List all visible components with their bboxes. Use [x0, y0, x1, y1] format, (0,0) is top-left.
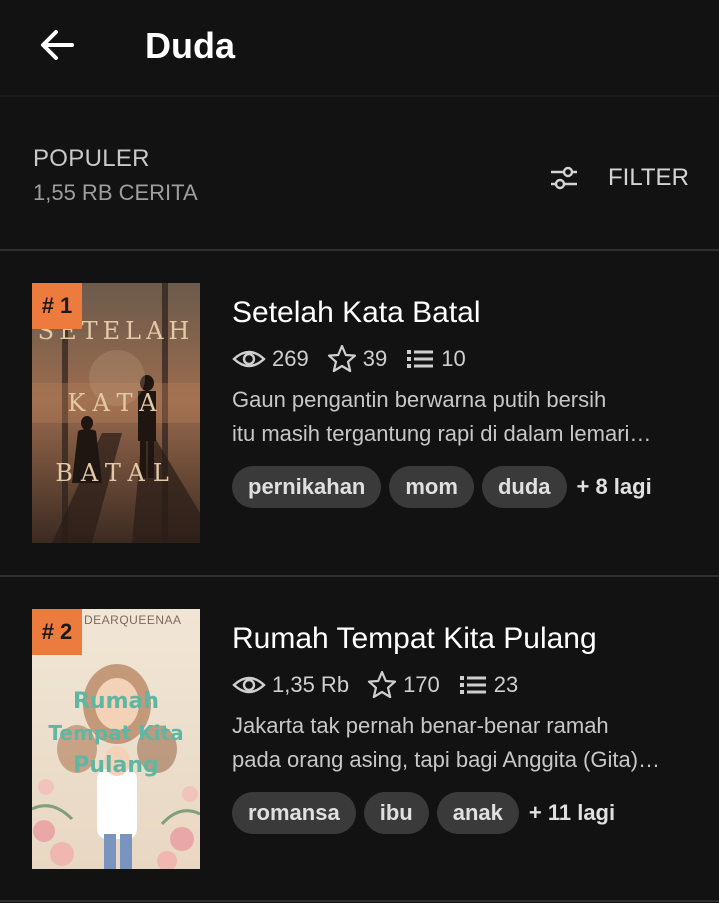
cover-title-line3: Pulang: [73, 753, 159, 778]
story-title[interactable]: Setelah Kata Batal: [232, 296, 481, 330]
cover-title-middle: KATA: [67, 389, 165, 417]
parts-stat: 10: [405, 346, 466, 372]
votes-stat: 170: [367, 670, 440, 700]
arrow-left-icon: [41, 30, 74, 60]
tag-list: pernikahan mom duda + 8 lagi: [232, 466, 652, 508]
story-description: Jakarta tak pernah benar-benar ramah pad…: [232, 709, 692, 777]
description-line: Gaun pengantin berwarna putih bersih: [232, 387, 607, 412]
eye-icon: [232, 350, 266, 368]
rank-badge: # 1: [32, 283, 82, 329]
rank-badge: # 2: [32, 609, 82, 655]
filter-label: FILTER: [608, 164, 689, 191]
cover-title-line2: Tempat Kita: [48, 721, 184, 745]
tag-chip[interactable]: duda: [481, 466, 567, 508]
reads-count: 269: [272, 346, 309, 371]
votes-stat: 39: [327, 344, 387, 374]
sort-bar: POPULER 1,55 RB CERITA FILTER: [0, 130, 719, 250]
star-icon: [367, 670, 397, 699]
story-title[interactable]: Rumah Tempat Kita Pulang: [232, 622, 597, 656]
parts-count: 23: [493, 672, 519, 697]
story-item[interactable]: SETELAH KATA BATAL # 1 Setelah Kata Bata…: [0, 251, 719, 551]
filter-button[interactable]: FILTER: [548, 158, 689, 198]
list-icon: [459, 676, 486, 694]
reads-stat: 269: [232, 346, 309, 372]
tag-chip[interactable]: anak: [436, 792, 519, 834]
tag-chip[interactable]: ibu: [363, 792, 429, 834]
sort-label[interactable]: POPULER: [33, 145, 150, 173]
story-item[interactable]: DEARQUEENAA Rumah Tempat Kita Pulang # 2…: [0, 577, 719, 877]
list-icon: [407, 350, 434, 368]
more-tags-link[interactable]: + 8 lagi: [577, 474, 652, 500]
cover-title-line1: Rumah: [72, 689, 160, 714]
story-cover[interactable]: SETELAH KATA BATAL # 1: [32, 283, 200, 543]
back-button[interactable]: [36, 24, 78, 66]
sliders-icon: [551, 166, 577, 190]
tag-chip[interactable]: romansa: [232, 792, 356, 834]
cover-title-bottom: BATAL: [55, 459, 177, 487]
eye-icon: [232, 676, 266, 694]
list-divider: [0, 900, 719, 902]
reads-count: 1,35 Rb: [272, 672, 350, 697]
reads-stat: 1,35 Rb: [232, 672, 349, 698]
parts-stat: 23: [458, 672, 518, 698]
more-tags-link[interactable]: + 11 lagi: [529, 800, 615, 826]
story-description: Gaun pengantin berwarna putih bersih itu…: [232, 383, 692, 451]
description-line: itu masih tergantung rapi di dalam lemar…: [232, 421, 652, 446]
story-stats: 1,35 Rb 170 23: [232, 669, 536, 701]
header-divider: [0, 95, 719, 97]
story-stats: 269 39 10: [232, 343, 484, 375]
description-line: pada orang asing, tapi bagi Anggita (Git…: [232, 747, 661, 772]
tag-chip[interactable]: pernikahan: [232, 466, 382, 508]
app-header: Duda: [0, 0, 719, 95]
tag-list: romansa ibu anak + 11 lagi: [232, 792, 615, 834]
description-line: Jakarta tak pernah benar-benar ramah: [232, 713, 609, 738]
votes-count: 39: [362, 346, 388, 371]
star-icon: [327, 344, 356, 373]
story-cover[interactable]: DEARQUEENAA Rumah Tempat Kita Pulang # 2: [32, 609, 200, 869]
votes-count: 170: [403, 672, 440, 697]
page-title: Duda: [145, 25, 235, 66]
parts-count: 10: [441, 346, 466, 371]
cover-author: DEARQUEENAA: [84, 613, 182, 627]
story-count: 1,55 RB CERITA: [33, 180, 198, 205]
tag-chip[interactable]: mom: [389, 466, 474, 508]
